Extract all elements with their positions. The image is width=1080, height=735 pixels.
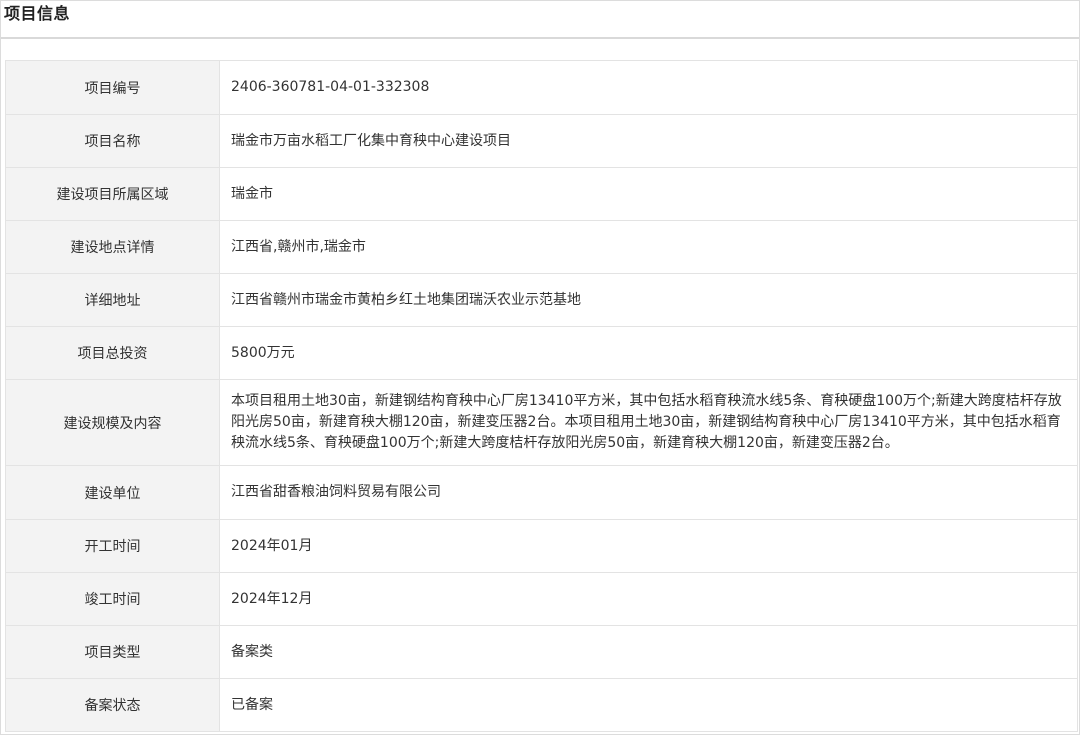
row-value: 5800万元	[219, 326, 1078, 380]
info-row-project-name: 项目名称 瑞金市万亩水稻工厂化集中育秧中心建设项目	[5, 114, 1078, 168]
row-label: 项目编号	[5, 60, 220, 115]
row-value: 本项目租用土地30亩，新建钢结构育秧中心厂房13410平方米，其中包括水稻育秧流…	[219, 379, 1078, 466]
row-value: 2024年01月	[219, 519, 1078, 573]
project-info-panel: 项目信息 项目编号 2406-360781-04-01-332308 项目名称 …	[0, 0, 1080, 735]
row-label: 项目名称	[5, 114, 220, 168]
title-divider	[1, 37, 1079, 39]
row-label: 建设地点详情	[5, 220, 220, 274]
info-row-address: 详细地址 江西省赣州市瑞金市黄柏乡红土地集团瑞沃农业示范基地	[5, 273, 1078, 327]
info-row-region: 建设项目所属区域 瑞金市	[5, 167, 1078, 221]
row-value: 江西省甜香粮油饲料贸易有限公司	[219, 465, 1078, 520]
info-row-total-investment: 项目总投资 5800万元	[5, 326, 1078, 380]
row-value: 备案类	[219, 625, 1078, 679]
panel-title: 项目信息	[4, 4, 71, 23]
info-row-location: 建设地点详情 江西省,赣州市,瑞金市	[5, 220, 1078, 274]
info-row-developer: 建设单位 江西省甜香粮油饲料贸易有限公司	[5, 465, 1078, 520]
row-label: 建设项目所属区域	[5, 167, 220, 221]
row-value: 瑞金市万亩水稻工厂化集中育秧中心建设项目	[219, 114, 1078, 168]
row-label: 项目总投资	[5, 326, 220, 380]
project-info-table: 项目编号 2406-360781-04-01-332308 项目名称 瑞金市万亩…	[5, 60, 1078, 732]
row-value: 江西省,赣州市,瑞金市	[219, 220, 1078, 274]
row-value: 瑞金市	[219, 167, 1078, 221]
row-value: 江西省赣州市瑞金市黄柏乡红土地集团瑞沃农业示范基地	[219, 273, 1078, 327]
info-row-start-date: 开工时间 2024年01月	[5, 519, 1078, 573]
row-label: 备案状态	[5, 678, 220, 732]
info-row-scope: 建设规模及内容 本项目租用土地30亩，新建钢结构育秧中心厂房13410平方米，其…	[5, 379, 1078, 466]
info-row-completion-date: 竣工时间 2024年12月	[5, 572, 1078, 626]
row-label: 开工时间	[5, 519, 220, 573]
info-row-project-type: 项目类型 备案类	[5, 625, 1078, 679]
row-label: 建设单位	[5, 465, 220, 520]
row-value: 已备案	[219, 678, 1078, 732]
row-value: 2406-360781-04-01-332308	[219, 60, 1078, 115]
row-label: 项目类型	[5, 625, 220, 679]
info-row-project-number: 项目编号 2406-360781-04-01-332308	[5, 60, 1078, 115]
row-label: 详细地址	[5, 273, 220, 327]
row-label: 建设规模及内容	[5, 379, 220, 466]
info-row-filing-status: 备案状态 已备案	[5, 678, 1078, 732]
row-label: 竣工时间	[5, 572, 220, 626]
row-value: 2024年12月	[219, 572, 1078, 626]
